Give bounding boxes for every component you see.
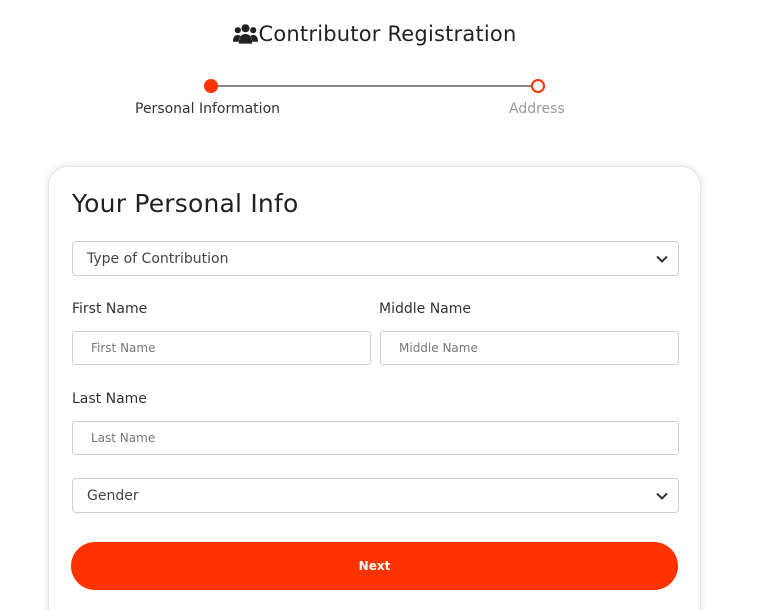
gender-selected: Gender (87, 487, 139, 504)
contribution-type-select[interactable]: Type of Contribution (72, 241, 679, 276)
first-name-label: First Name (72, 301, 148, 317)
middle-name-label: Middle Name (379, 301, 471, 317)
last-name-input[interactable] (72, 421, 679, 455)
gender-select[interactable]: Gender (72, 478, 679, 513)
users-icon (232, 24, 258, 44)
last-name-label: Last Name (72, 391, 147, 407)
step-label-address: Address (509, 101, 565, 117)
first-name-input[interactable] (72, 331, 371, 365)
step-dot-personal-information (204, 79, 218, 93)
form-heading: Your Personal Info (72, 189, 299, 218)
chevron-down-icon (656, 255, 668, 263)
page-title-text: Contributor Registration (258, 22, 517, 46)
step-label-personal-information: Personal Information (135, 101, 281, 117)
chevron-down-icon (656, 492, 668, 500)
page-title: Contributor Registration (0, 22, 749, 46)
registration-page: Contributor Registration Personal Inform… (0, 0, 769, 610)
middle-name-input[interactable] (380, 331, 679, 365)
step-dot-address (531, 79, 545, 93)
contribution-type-selected: Type of Contribution (87, 250, 229, 267)
progress-line (211, 85, 538, 87)
next-button[interactable]: Next (71, 542, 678, 590)
